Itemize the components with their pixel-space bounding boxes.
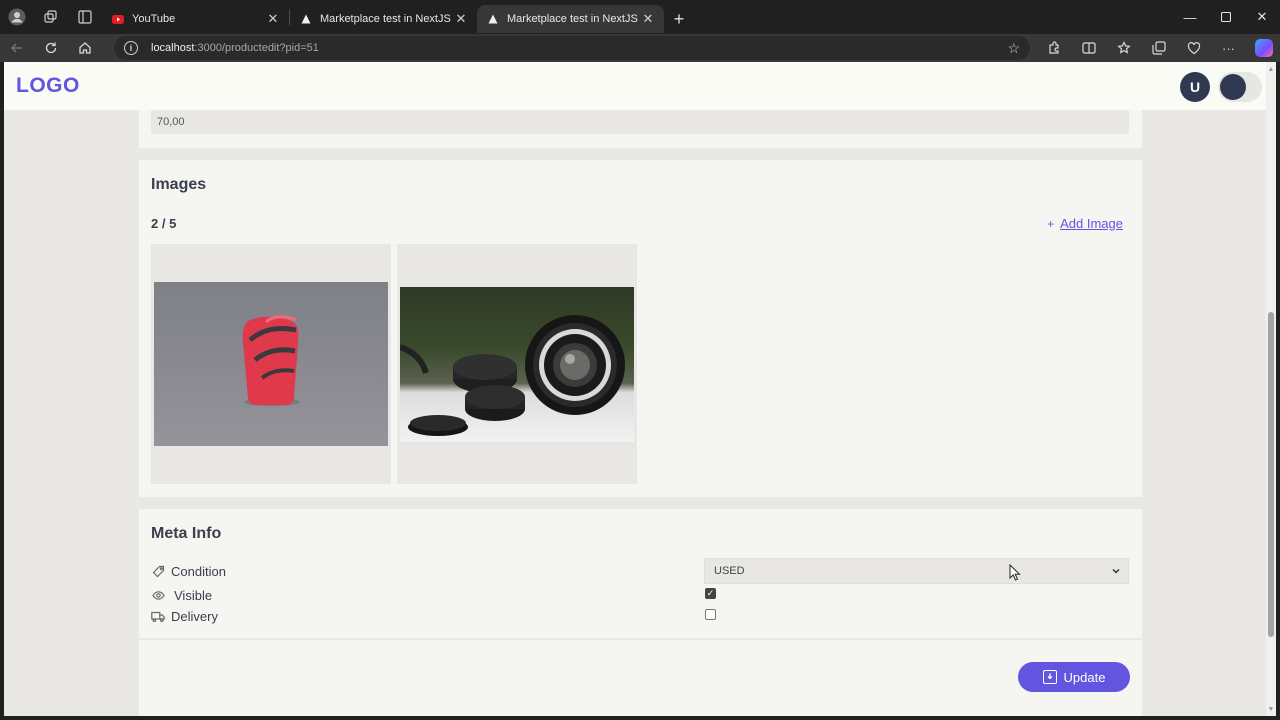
- home-icon[interactable]: [68, 34, 102, 62]
- profile-icon[interactable]: [0, 0, 34, 34]
- image-count: 2 / 5: [151, 216, 177, 231]
- more-options-icon[interactable]: ···: [1211, 34, 1246, 62]
- new-tab-button[interactable]: +: [664, 5, 694, 33]
- favorites-icon[interactable]: [1106, 34, 1141, 62]
- images-title: Images: [151, 176, 207, 193]
- actions-panel: Update: [139, 640, 1142, 716]
- visible-checkbox[interactable]: ✓: [705, 588, 716, 599]
- mouse-cursor-icon: [1009, 563, 1021, 582]
- close-tab-icon[interactable]: ✕: [453, 11, 469, 27]
- address-bar[interactable]: i localhost:3000/productedit?pid=51 ☆: [114, 36, 1030, 60]
- image-card[interactable]: [151, 244, 391, 484]
- site-header: LOGO U: [4, 62, 1266, 110]
- meta-info-title: Meta Info: [151, 525, 222, 542]
- truck-icon: [151, 610, 165, 624]
- nextjs-icon: [300, 13, 312, 25]
- back-icon[interactable]: [0, 34, 34, 62]
- tab-marketplace-2[interactable]: Marketplace test in NextJS ✕: [477, 5, 664, 33]
- condition-value: USED: [714, 565, 745, 577]
- browser-essentials-icon[interactable]: [1176, 34, 1211, 62]
- update-label: Update: [1063, 669, 1106, 685]
- reload-icon[interactable]: [34, 34, 68, 62]
- condition-label: Condition: [171, 564, 226, 579]
- add-image-link[interactable]: + Add Image: [1047, 216, 1123, 231]
- favorite-star-icon[interactable]: ☆: [1007, 40, 1020, 57]
- extensions-icon[interactable]: [1036, 34, 1071, 62]
- minimize-icon[interactable]: —: [1172, 0, 1208, 34]
- delivery-checkbox[interactable]: [705, 609, 716, 620]
- close-window-icon[interactable]: ✕: [1244, 0, 1280, 34]
- url-host: localhost: [151, 42, 195, 54]
- image-card[interactable]: [397, 244, 637, 484]
- maximize-icon[interactable]: [1208, 0, 1244, 34]
- eye-icon: [151, 589, 165, 603]
- site-info-icon[interactable]: i: [124, 41, 138, 55]
- save-icon: [1042, 670, 1057, 684]
- collections-icon[interactable]: [1141, 34, 1176, 62]
- toggle-knob: [1220, 74, 1246, 100]
- tab-marketplace-1[interactable]: Marketplace test in NextJS ✕: [290, 5, 477, 33]
- add-image-label: Add Image: [1060, 216, 1123, 231]
- update-button[interactable]: Update: [1018, 662, 1130, 692]
- delivery-label: Delivery: [171, 609, 218, 624]
- tag-icon: [151, 565, 165, 579]
- split-screen-icon[interactable]: [1071, 34, 1106, 62]
- scroll-down-icon[interactable]: ▼: [1266, 704, 1276, 714]
- tab-youtube[interactable]: YouTube ✕: [102, 5, 289, 33]
- visible-row: Visible: [151, 588, 212, 603]
- delivery-row: Delivery: [151, 609, 218, 624]
- condition-select[interactable]: USED: [704, 558, 1129, 584]
- scrollbar-thumb[interactable]: [1268, 312, 1274, 637]
- scroll-up-icon[interactable]: ▲: [1266, 64, 1276, 74]
- visible-label: Visible: [174, 588, 213, 603]
- plus-icon: +: [1047, 216, 1055, 231]
- meta-info-panel: Meta Info Condition Visible Delivery USE…: [139, 509, 1142, 638]
- tab-title: Marketplace test in NextJS: [320, 13, 451, 25]
- page-scrollbar[interactable]: ▲ ▼: [1266, 62, 1276, 716]
- close-tab-icon[interactable]: ✕: [640, 11, 656, 27]
- toolbar-right-icons: ···: [1036, 34, 1280, 62]
- product-image-2: [400, 287, 634, 442]
- window-controls: — ✕: [1172, 0, 1280, 34]
- workspaces-icon[interactable]: [34, 0, 68, 34]
- price-input[interactable]: 70,00: [151, 110, 1129, 134]
- images-panel: Images 2 / 5 + Add Image: [139, 160, 1142, 497]
- url-path: :3000/productedit?pid=51: [194, 42, 319, 54]
- copilot-icon[interactable]: [1246, 34, 1280, 62]
- page-viewport: 70,00 Images 2 / 5 + Add Image Meta Info…: [4, 62, 1266, 716]
- user-avatar[interactable]: U: [1180, 72, 1210, 102]
- close-tab-icon[interactable]: ✕: [265, 11, 281, 27]
- site-logo[interactable]: LOGO: [16, 74, 80, 98]
- tab-actions-icon[interactable]: [68, 0, 102, 34]
- condition-row: Condition: [151, 564, 226, 579]
- product-image-1: [154, 282, 388, 446]
- browser-toolbar: i localhost:3000/productedit?pid=51 ☆ ··…: [0, 34, 1280, 62]
- tab-title: YouTube: [132, 13, 176, 25]
- tab-title: Marketplace test in NextJS: [507, 13, 638, 25]
- chevron-down-icon: [1110, 565, 1122, 577]
- theme-toggle[interactable]: [1218, 72, 1262, 102]
- browser-tab-bar: YouTube ✕ Marketplace test in NextJS ✕ M…: [0, 0, 1280, 34]
- nextjs-icon: [487, 13, 499, 25]
- youtube-icon: [112, 13, 124, 25]
